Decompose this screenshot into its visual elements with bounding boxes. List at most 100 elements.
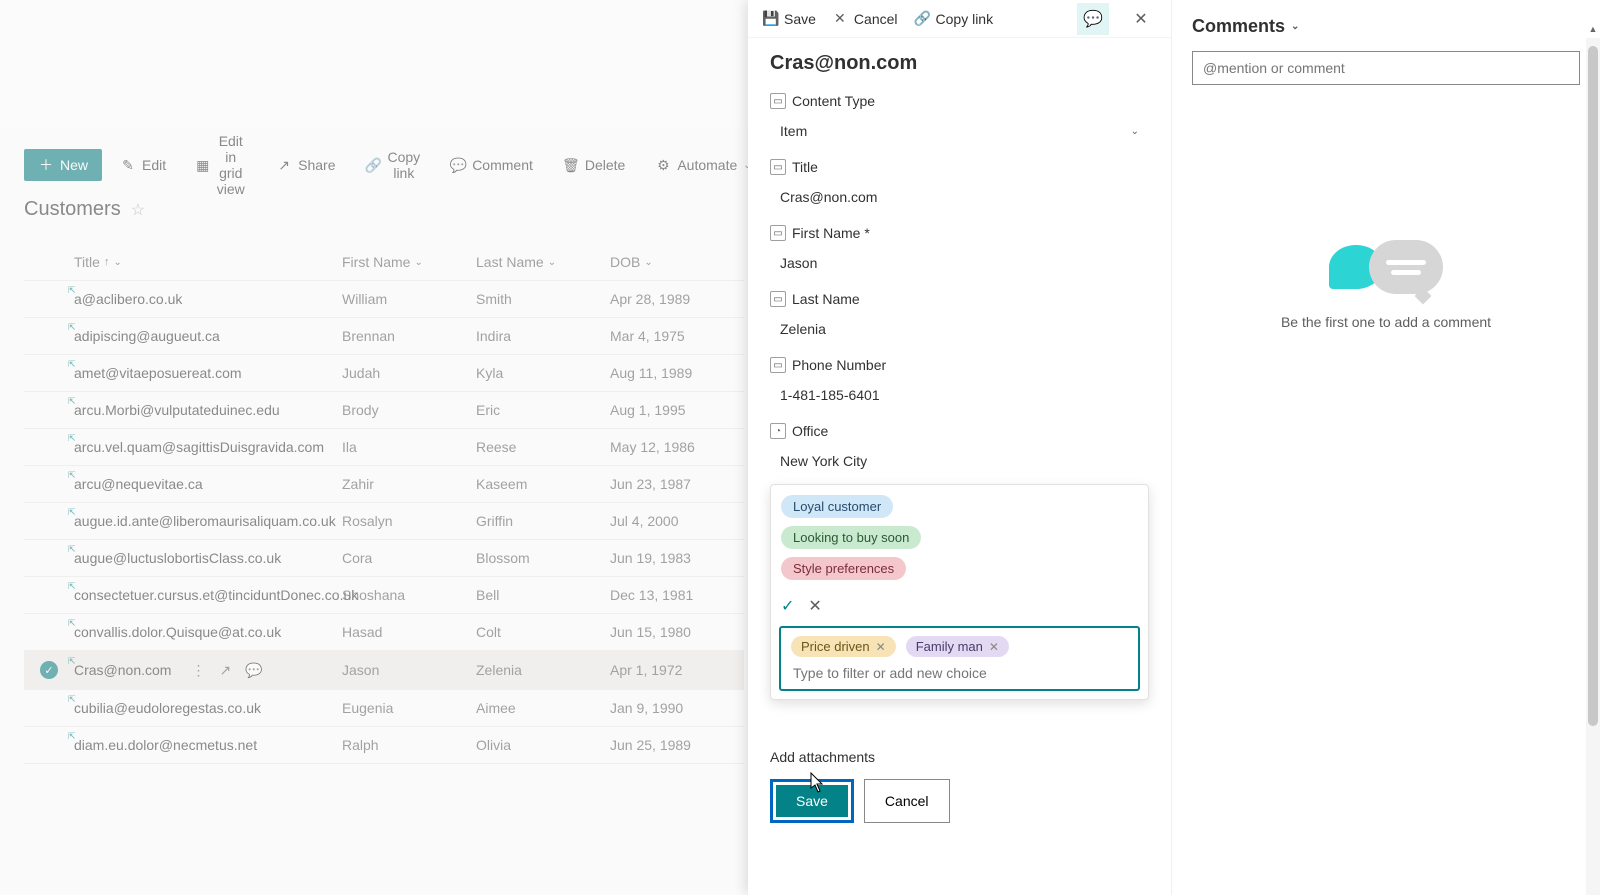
cell-dob: Dec 13, 1981 <box>610 587 740 603</box>
cell-ln: Griffin <box>476 513 610 529</box>
automate-button[interactable]: ⚙Automate⌄ <box>643 150 763 180</box>
tag-filter-input[interactable] <box>791 657 1128 685</box>
table-row[interactable]: ✓⇱Cras@non.com⋮↗💬JasonZeleniaApr 1, 1972 <box>24 651 744 690</box>
comments-toggle-icon[interactable]: 💬 <box>1077 3 1109 35</box>
edit-button[interactable]: ✎Edit <box>108 150 178 180</box>
flow-icon: ⚙ <box>655 157 671 173</box>
cell-fn: Zahir <box>342 476 476 492</box>
edit-grid-button[interactable]: ▦Edit in grid view <box>184 126 258 204</box>
field-icon: ▭ <box>770 357 786 373</box>
table-row[interactable]: ⇱cubilia@eudoloregestas.co.ukEugeniaAime… <box>24 690 744 727</box>
cell-ln: Eric <box>476 402 610 418</box>
add-attachments-link[interactable]: Add attachments <box>770 749 1149 765</box>
cell-title[interactable]: ⇱diam.eu.dolor@necmetus.net <box>74 737 342 753</box>
comment-icon[interactable]: 💬 <box>245 662 262 679</box>
cell-title[interactable]: ⇱arcu.Morbi@vulputateduinec.edu <box>74 402 342 418</box>
content-type-select[interactable]: Item⌄ <box>770 115 1149 147</box>
table-row[interactable]: ⇱convallis.dolor.Quisque@at.co.ukHasadCo… <box>24 614 744 651</box>
share-icon[interactable]: ↗ <box>219 662 231 679</box>
cell-ln: Indira <box>476 328 610 344</box>
share-button[interactable]: ↗Share <box>264 150 347 180</box>
remove-tag-icon[interactable]: ✕ <box>876 640 886 654</box>
cell-ln: Olivia <box>476 737 610 753</box>
confirm-icon[interactable]: ✓ <box>781 596 794 616</box>
col-dob[interactable]: DOB ⌄ <box>610 254 740 270</box>
table-row[interactable]: ⇱amet@vitaeposuereat.comJudahKylaAug 11,… <box>24 355 744 392</box>
phone-label: ▭Phone Number <box>770 357 1149 373</box>
table-row[interactable]: ⇱diam.eu.dolor@necmetus.netRalphOliviaJu… <box>24 727 744 764</box>
cell-title[interactable]: ⇱a@aclibero.co.uk <box>74 291 342 307</box>
tag-option-loyal[interactable]: Loyal customer <box>781 495 893 518</box>
table-row[interactable]: ⇱adipiscing@augueut.caBrennanIndiraMar 4… <box>24 318 744 355</box>
col-first-name[interactable]: First Name ⌄ <box>342 254 476 270</box>
cell-title[interactable]: ⇱augue@luctuslobortisClass.co.uk <box>74 550 342 566</box>
selected-tags-box: Price driven✕ Family man✕ <box>779 626 1140 691</box>
close-panel-icon[interactable]: ✕ <box>1125 3 1157 35</box>
tag-option-looking[interactable]: Looking to buy soon <box>781 526 921 549</box>
list-view: ＋New ✎Edit ▦Edit in grid view ↗Share 🔗Co… <box>0 0 748 895</box>
table-row[interactable]: ⇱consectetuer.cursus.et@tinciduntDonec.c… <box>24 577 744 614</box>
edit-grid-label: Edit in grid view <box>215 133 246 197</box>
copy-link-label: Copy link <box>388 149 421 181</box>
cell-title[interactable]: ⇱consectetuer.cursus.et@tinciduntDonec.c… <box>74 587 342 603</box>
comment-button[interactable]: 💬Comment <box>438 150 545 180</box>
col-select <box>24 254 74 270</box>
comments-empty-state: Be the first one to add a comment <box>1172 240 1600 330</box>
new-label: New <box>60 157 88 173</box>
cell-dob: Mar 4, 1975 <box>610 328 740 344</box>
cell-title[interactable]: ⇱adipiscing@augueut.ca <box>74 328 342 344</box>
cell-ln: Smith <box>476 291 610 307</box>
cell-title[interactable]: ⇱convallis.dolor.Quisque@at.co.uk <box>74 624 342 640</box>
cancel-icon[interactable]: ✕ <box>808 596 821 616</box>
table-row[interactable]: ⇱augue.id.ante@liberomaurisaliquam.co.uk… <box>24 503 744 540</box>
share-icon: ↗ <box>276 157 292 173</box>
tag-option-style[interactable]: Style preferences <box>781 557 906 580</box>
comments-header[interactable]: Comments⌄ <box>1192 16 1580 37</box>
panel-copy-link-button[interactable]: 🔗Copy link <box>914 10 994 27</box>
pencil-icon: ✎ <box>120 157 136 173</box>
office-input[interactable] <box>770 445 1149 477</box>
cell-title[interactable]: ⇱augue.id.ante@liberomaurisaliquam.co.uk <box>74 513 342 529</box>
row-select[interactable]: ✓ <box>24 661 74 679</box>
table-row[interactable]: ⇱arcu@nequevitae.caZahirKaseemJun 23, 19… <box>24 466 744 503</box>
col-last-name[interactable]: Last Name ⌄ <box>476 254 610 270</box>
cancel-button[interactable]: Cancel <box>864 779 950 823</box>
copy-link-button[interactable]: 🔗Copy link <box>354 142 433 188</box>
new-button[interactable]: ＋New <box>24 149 102 181</box>
table-row[interactable]: ⇱a@aclibero.co.ukWilliamSmithApr 28, 198… <box>24 281 744 318</box>
cell-fn: Judah <box>342 365 476 381</box>
cell-fn: Ralph <box>342 737 476 753</box>
open-icon: ⇱ <box>68 470 76 481</box>
cell-ln: Bell <box>476 587 610 603</box>
tag-price-driven[interactable]: Price driven✕ <box>791 636 896 657</box>
cell-title[interactable]: ⇱cubilia@eudoloregestas.co.uk <box>74 700 342 716</box>
cell-title[interactable]: ⇱arcu@nequevitae.ca <box>74 476 342 492</box>
more-icon[interactable]: ⋮ <box>191 662 205 679</box>
delete-button[interactable]: 🗑Delete <box>551 150 637 180</box>
panel-toolbar: 💾Save ✕Cancel 🔗Copy link 💬 ✕ <box>748 0 1171 38</box>
edit-panel: 💾Save ✕Cancel 🔗Copy link 💬 ✕ Cras@non.co… <box>748 0 1600 895</box>
list-header: Customers ☆ <box>24 198 145 221</box>
table-row[interactable]: ⇱arcu.Morbi@vulputateduinec.eduBrodyEric… <box>24 392 744 429</box>
choice-icon: ◔ <box>770 423 786 439</box>
tag-family-man[interactable]: Family man✕ <box>906 636 1009 657</box>
last-name-input[interactable] <box>770 313 1149 345</box>
table-row[interactable]: ⇱arcu.vel.quam@sagittisDuisgravida.comIl… <box>24 429 744 466</box>
cell-title[interactable]: ⇱arcu.vel.quam@sagittisDuisgravida.com <box>74 439 342 455</box>
panel-main: 💾Save ✕Cancel 🔗Copy link 💬 ✕ Cras@non.co… <box>748 0 1172 895</box>
remove-tag-icon[interactable]: ✕ <box>989 640 999 654</box>
cell-fn: Cora <box>342 550 476 566</box>
table-row[interactable]: ⇱augue@luctuslobortisClass.co.ukCoraBlos… <box>24 540 744 577</box>
panel-cancel-button[interactable]: ✕Cancel <box>832 10 898 27</box>
panel-save-button[interactable]: 💾Save <box>762 10 816 27</box>
first-name-input[interactable] <box>770 247 1149 279</box>
title-input[interactable] <box>770 181 1149 213</box>
cell-title[interactable]: ⇱Cras@non.com⋮↗💬 <box>74 662 342 679</box>
comment-input[interactable] <box>1192 51 1580 85</box>
col-title[interactable]: Title ↑ ⌄ <box>74 254 342 270</box>
favorite-icon[interactable]: ☆ <box>131 200 145 220</box>
cell-title[interactable]: ⇱amet@vitaeposuereat.com <box>74 365 342 381</box>
field-icon: ▭ <box>770 225 786 241</box>
phone-input[interactable] <box>770 379 1149 411</box>
last-name-label: ▭Last Name <box>770 291 1149 307</box>
